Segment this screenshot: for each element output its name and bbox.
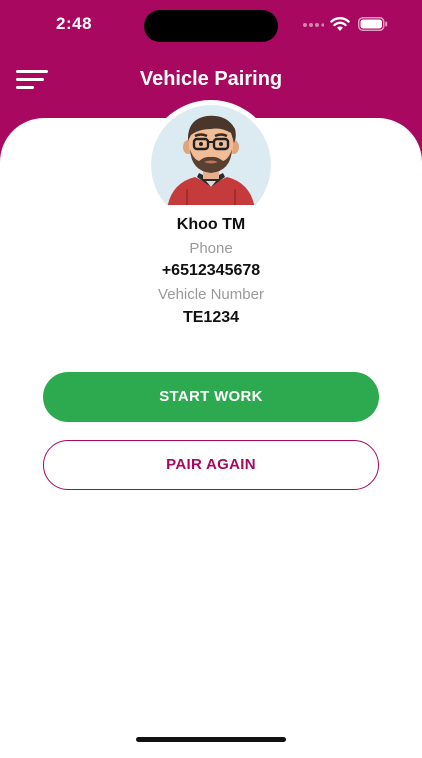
- battery-icon: [358, 17, 388, 31]
- phone-value: +6512345678: [161, 262, 261, 279]
- status-time: 2:48: [56, 14, 93, 33]
- pair-again-button[interactable]: PAIR AGAIN: [43, 440, 379, 490]
- start-work-button[interactable]: START WORK: [43, 372, 379, 422]
- wifi-icon: [330, 17, 350, 31]
- vehicle-number-label: Vehicle Number: [158, 286, 264, 303]
- phone-label: Phone: [189, 240, 233, 257]
- dynamic-island: [144, 10, 278, 42]
- vehicle-number-value: TE1234: [182, 309, 240, 326]
- home-indicator[interactable]: [136, 737, 286, 742]
- page-title: Vehicle Pairing: [139, 68, 283, 90]
- avatar: [146, 100, 276, 230]
- signal-dots-icon: [303, 23, 324, 27]
- driver-name: Khoo TM: [176, 216, 246, 233]
- user-avatar-icon: [151, 105, 271, 205]
